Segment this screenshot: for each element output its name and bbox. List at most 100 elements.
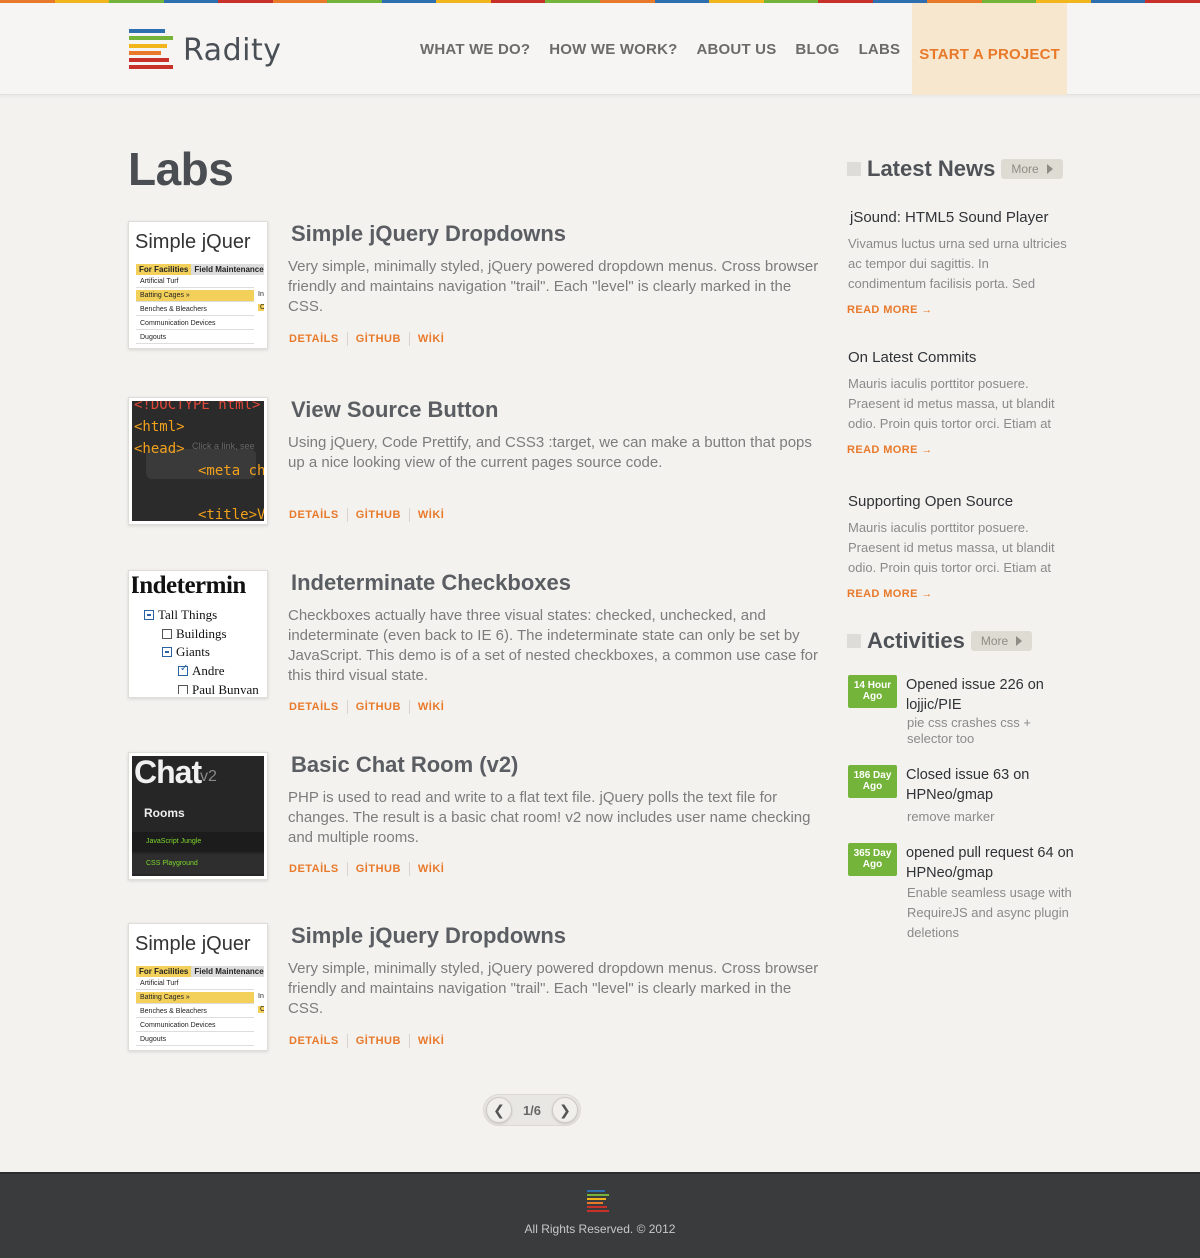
- lab-thumbnail[interactable]: Indetermin Tall Things Buildings Giants …: [128, 570, 268, 698]
- read-more-link[interactable]: READ MORE →: [847, 304, 933, 316]
- time-badge: 14 Hour Ago: [848, 675, 897, 708]
- checkbox-checked-icon: ✓: [178, 663, 189, 676]
- thumb-side-mark: In: [258, 993, 264, 1000]
- lab-links: DETAİLS GİTHUB WİKİ: [289, 508, 444, 522]
- news-title[interactable]: Supporting Open Source: [848, 493, 1078, 510]
- news-more-button[interactable]: More: [1001, 159, 1063, 179]
- divider: [408, 1034, 410, 1048]
- lab-thumbnail[interactable]: Simple jQuer For Facilities Field Mainte…: [128, 923, 268, 1051]
- checkbox-indeterminate-icon: [144, 610, 154, 620]
- lab-title[interactable]: Indeterminate Checkboxes: [291, 570, 571, 596]
- lab-description: Checkboxes actually have three visual st…: [288, 607, 818, 684]
- lab-title[interactable]: Simple jQuery Dropdowns: [291, 923, 566, 949]
- thumb-menu-item: For Facilities: [136, 966, 192, 977]
- start-project-button[interactable]: START A PROJECT: [912, 3, 1067, 95]
- nav-how-we-work[interactable]: HOW WE WORK?: [549, 41, 677, 58]
- read-more-link[interactable]: READ MORE →: [847, 588, 933, 600]
- thumb-checkbox-item: ✓ Andre: [178, 663, 225, 678]
- thumb-row: Artificial Turf: [136, 978, 254, 990]
- wiki-link[interactable]: WİKİ: [418, 509, 444, 521]
- thumb-row: Batting Cages »: [136, 290, 254, 302]
- lab-title[interactable]: Basic Chat Room (v2): [291, 752, 518, 778]
- wiki-link[interactable]: WİKİ: [418, 701, 444, 713]
- wiki-link[interactable]: WİKİ: [418, 1035, 444, 1047]
- news-title[interactable]: jSound: HTML5 Sound Player: [850, 209, 1078, 226]
- details-link[interactable]: DETAİLS: [289, 863, 339, 875]
- thumb-heading: Simple jQuer: [135, 231, 251, 253]
- pagination: ❮ 1/6 ❯: [483, 1094, 581, 1126]
- thumb-row: Communication Devices: [136, 1020, 254, 1032]
- activity-text[interactable]: opened pull request 64 on HPNeo/gmap: [906, 843, 1086, 883]
- checkbox-unchecked-icon: [162, 629, 172, 639]
- activity-text[interactable]: Opened issue 226 on lojjic/PIE: [906, 675, 1086, 715]
- site-footer: All Rights Reserved. © 2012: [0, 1172, 1200, 1258]
- play-arrow-icon: [1046, 164, 1053, 174]
- thumb-row: Batting Cages »: [136, 992, 254, 1004]
- wiki-link[interactable]: WİKİ: [418, 333, 444, 345]
- divider: [346, 700, 348, 714]
- github-link[interactable]: GİTHUB: [356, 701, 401, 713]
- logo[interactable]: Radity: [129, 27, 281, 73]
- checkbox-unchecked-icon: [178, 685, 188, 694]
- activities-heading: Activities More: [847, 628, 1033, 654]
- section-title: Latest News: [867, 156, 996, 181]
- lab-links: DETAİLS GİTHUB WİKİ: [289, 700, 444, 714]
- thumb-code-line: <!DOCTYPE html>: [134, 401, 261, 413]
- activity-detail: Enable seamless usage with RequireJS and…: [907, 885, 1072, 940]
- thumb-overlay-text: Click a link, see: [192, 441, 255, 451]
- details-link[interactable]: DETAİLS: [289, 1035, 339, 1047]
- divider: [346, 1034, 348, 1048]
- divider: [346, 862, 348, 876]
- square-bullet-icon: [847, 634, 861, 648]
- divider: [408, 700, 410, 714]
- activities-more-button[interactable]: More: [970, 631, 1033, 651]
- lab-description: Very simple, minimally styled, jQuery po…: [288, 258, 819, 315]
- activity-item: 14 Hour Ago Opened issue 226 on lojjic/PI…: [848, 675, 1088, 750]
- activity-item: 365 Day Ago opened pull request 64 on HPN…: [848, 843, 1088, 943]
- activity-detail: pie css crashes css + selector too: [907, 715, 1031, 746]
- thumb-code-line: <meta cha: [198, 463, 264, 479]
- news-title[interactable]: On Latest Commits: [848, 349, 1078, 366]
- lab-item: Indetermin Tall Things Buildings Giants …: [128, 570, 828, 714]
- lab-title[interactable]: Simple jQuery Dropdowns: [291, 221, 566, 247]
- github-link[interactable]: GİTHUB: [356, 1035, 401, 1047]
- github-link[interactable]: GİTHUB: [356, 333, 401, 345]
- details-link[interactable]: DETAİLS: [289, 509, 339, 521]
- activity-text[interactable]: Closed issue 63 on HPNeo/gmap: [906, 765, 1086, 805]
- activity-item: 186 Day Ago Closed issue 63 on HPNeo/gmap…: [848, 765, 1088, 830]
- nav-labs[interactable]: LABS: [859, 41, 901, 58]
- lab-item: Click a link, see <!DOCTYPE html> <html>…: [128, 397, 828, 527]
- thumb-checkbox-item: Tall Things: [144, 607, 217, 623]
- time-badge: 365 Day Ago: [848, 843, 897, 876]
- thumb-code-line: <html>: [134, 419, 185, 435]
- lab-item: Simple jQuer For Facilities Field Mainte…: [128, 221, 828, 351]
- thumb-row: Dugouts: [136, 332, 254, 344]
- thumb-checkbox-item: Giants: [162, 644, 210, 660]
- thumb-version: v2: [200, 768, 217, 785]
- details-link[interactable]: DETAİLS: [289, 701, 339, 713]
- github-link[interactable]: GİTHUB: [356, 509, 401, 521]
- details-link[interactable]: DETAİLS: [289, 333, 339, 345]
- wiki-link[interactable]: WİKİ: [418, 863, 444, 875]
- thumb-row: Artificial Turf: [136, 276, 254, 288]
- time-badge: 186 Day Ago: [848, 765, 897, 798]
- lab-thumbnail[interactable]: Simple jQuer For Facilities Field Mainte…: [128, 221, 268, 349]
- lab-description: PHP is used to read and write to a flat …: [288, 789, 811, 846]
- nav-what-we-do[interactable]: WHAT WE DO?: [420, 41, 530, 58]
- lab-title[interactable]: View Source Button: [291, 397, 498, 423]
- section-title: Activities: [867, 628, 965, 653]
- github-link[interactable]: GİTHUB: [356, 863, 401, 875]
- lab-thumbnail[interactable]: Click a link, see <!DOCTYPE html> <html>…: [128, 397, 268, 525]
- nav-blog[interactable]: BLOG: [795, 41, 839, 58]
- nav-about-us[interactable]: ABOUT US: [696, 41, 776, 58]
- read-more-link[interactable]: READ MORE →: [847, 444, 933, 456]
- lab-thumbnail[interactable]: Chat v2 Rooms JavaScript Jungle CSS Play…: [128, 752, 268, 880]
- chevron-right-icon[interactable]: ❯: [551, 1097, 578, 1123]
- divider: [346, 332, 348, 346]
- news-excerpt: Mauris iaculis porttitor posuere. Praese…: [848, 520, 1055, 575]
- thumb-row: Communication Devices: [136, 318, 254, 330]
- chevron-left-icon[interactable]: ❮: [486, 1097, 512, 1123]
- footer-logo-icon: [587, 1188, 609, 1212]
- main-nav: WHAT WE DO? HOW WE WORK? ABOUT US BLOG L…: [401, 3, 1067, 95]
- divider: [346, 508, 348, 522]
